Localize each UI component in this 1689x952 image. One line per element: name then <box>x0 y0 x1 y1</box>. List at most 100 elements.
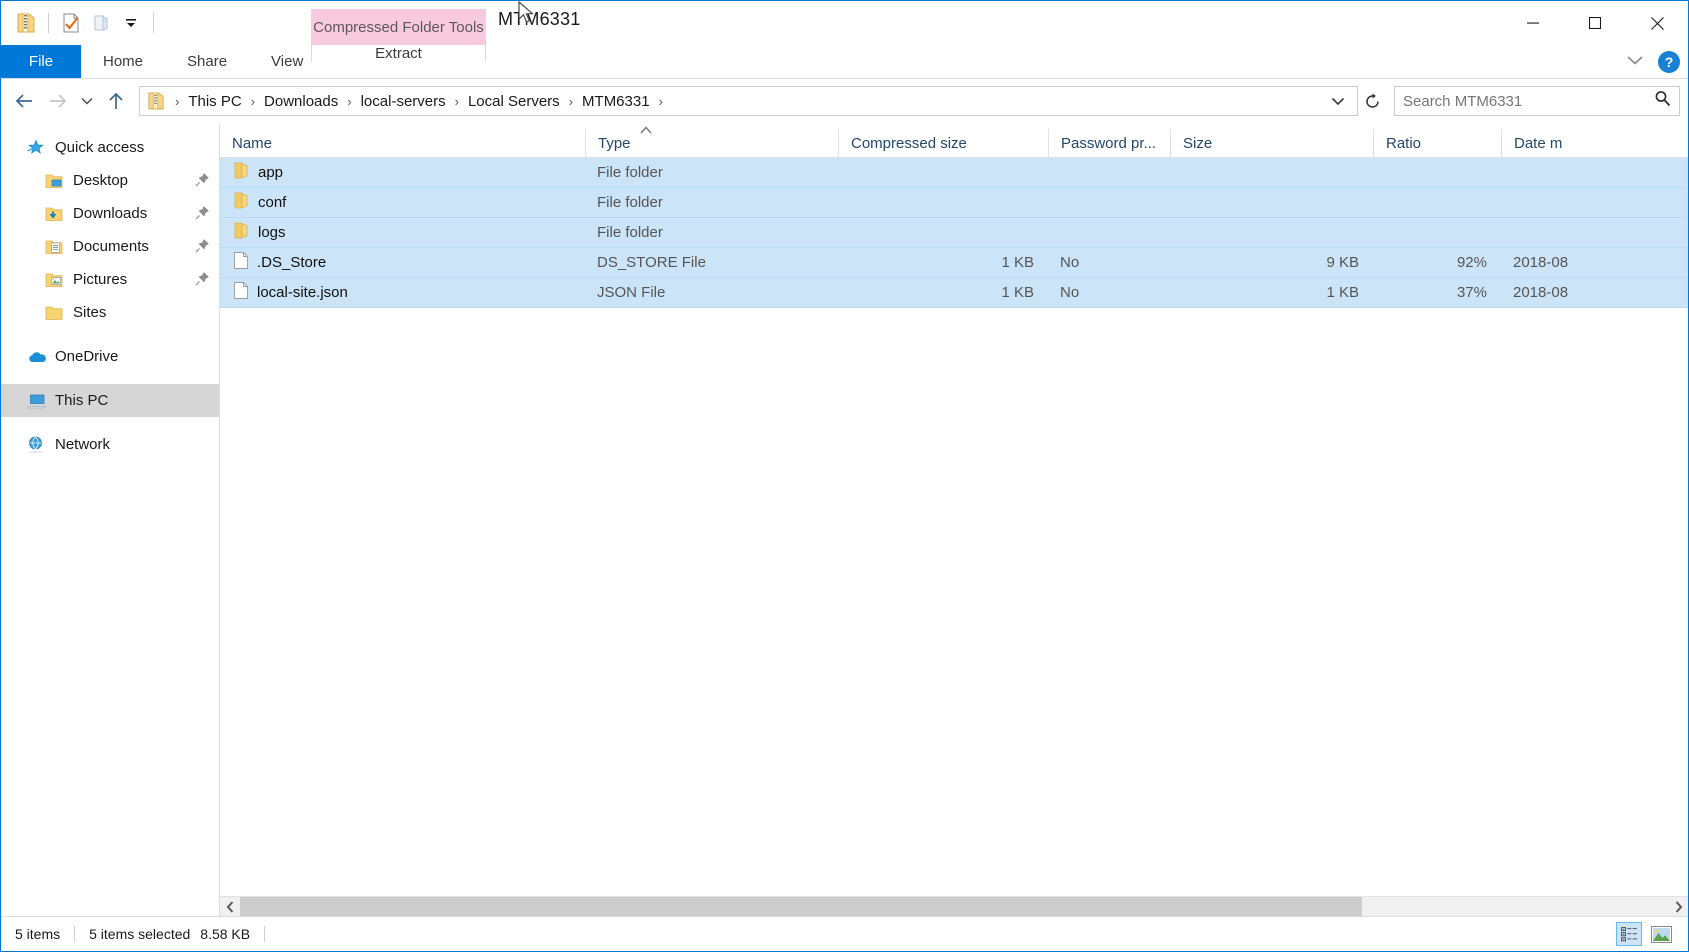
breadcrumb-item-this-pc[interactable]: This PC <box>184 91 245 112</box>
column-header-size[interactable]: Size <box>1170 129 1373 157</box>
tab-extract[interactable]: Extract <box>311 45 486 62</box>
breadcrumb-separator[interactable]: › <box>450 94 464 109</box>
sidebar-item-label: Downloads <box>73 205 148 222</box>
window-controls <box>1502 1 1688 45</box>
quick-access-toolbar <box>1 1 161 45</box>
file-name-cell[interactable]: .DS_Store <box>220 252 585 273</box>
qat-separator-1 <box>48 13 49 33</box>
sidebar-item-label: Documents <box>73 238 149 255</box>
refresh-icon[interactable] <box>1358 86 1386 116</box>
large-icons-view-button[interactable] <box>1648 922 1674 946</box>
search-box[interactable]: Search MTM6331 <box>1394 86 1680 116</box>
file-compressed-size-cell: 1 KB <box>1001 254 1034 271</box>
tab-share[interactable]: Share <box>165 45 249 78</box>
breadcrumb-dropdown-icon[interactable] <box>1323 94 1353 109</box>
breadcrumb-separator[interactable]: › <box>246 94 260 109</box>
breadcrumb-item-downloads[interactable]: Downloads <box>260 91 342 112</box>
selection-count-label: 5 items selected <box>89 926 191 942</box>
file-name-cell[interactable]: app <box>220 162 585 183</box>
breadcrumb-item-local-servers[interactable]: Local Servers <box>464 91 564 112</box>
folder-documents-icon <box>45 239 67 255</box>
file-type-cell: DS_STORE File <box>597 254 706 271</box>
table-row[interactable]: app File folder <box>220 158 1688 188</box>
file-name-cell[interactable]: local-site.json <box>220 282 585 303</box>
sidebar-item-label: Network <box>55 436 111 453</box>
properties-icon[interactable] <box>56 8 86 38</box>
chevron-down-icon[interactable] <box>1626 53 1644 71</box>
contextual-tab-group-label: Compressed Folder Tools <box>311 9 486 45</box>
file-rows: app File folder conf File folder logs Fi… <box>220 158 1688 896</box>
file-type-cell: JSON File <box>597 284 666 301</box>
column-header-date-modified[interactable]: Date m <box>1501 129 1651 157</box>
customize-dropdown-icon[interactable] <box>116 8 146 38</box>
pin-icon[interactable] <box>195 173 209 191</box>
breadcrumb-separator[interactable]: › <box>564 94 578 109</box>
horizontal-scrollbar[interactable] <box>220 896 1688 916</box>
column-header-password-protected[interactable]: Password pr... <box>1048 129 1170 157</box>
file-list-pane: Name Type Compressed size Password pr...… <box>220 123 1688 916</box>
sidebar-item-label: Desktop <box>73 172 129 189</box>
details-view-button[interactable] <box>1616 922 1642 946</box>
folder-icon <box>234 162 249 183</box>
table-row[interactable]: logs File folder <box>220 218 1688 248</box>
scrollbar-track[interactable] <box>240 897 1668 916</box>
recent-locations-button[interactable] <box>75 84 99 118</box>
view-mode-buttons <box>1616 922 1688 946</box>
sidebar-item-this-pc[interactable]: This PC <box>1 384 219 417</box>
pin-icon[interactable] <box>195 272 209 290</box>
folder-icon <box>45 305 67 321</box>
close-button[interactable] <box>1626 1 1688 45</box>
up-button[interactable] <box>99 84 133 118</box>
scroll-right-button[interactable] <box>1668 897 1688 916</box>
sidebar-item-documents[interactable]: Documents <box>1 230 219 263</box>
search-input[interactable]: Search MTM6331 <box>1403 93 1654 110</box>
breadcrumb-separator[interactable]: › <box>342 94 356 109</box>
table-row[interactable]: local-site.json JSON File 1 KB No 1 KB 3… <box>220 278 1688 308</box>
pin-icon[interactable] <box>195 239 209 257</box>
breadcrumb-item-mtm6331[interactable]: MTM6331 <box>578 91 654 112</box>
column-header-compressed-size[interactable]: Compressed size <box>838 129 1048 157</box>
computer-icon <box>27 393 49 409</box>
back-button[interactable] <box>7 84 41 118</box>
forward-button[interactable] <box>41 84 75 118</box>
status-separator <box>74 926 76 942</box>
file-date-cell: 2018-08 <box>1513 284 1569 301</box>
sidebar-item-downloads[interactable]: Downloads <box>1 197 219 230</box>
sidebar-item-desktop[interactable]: Desktop <box>1 164 219 197</box>
sidebar-item-label: Quick access <box>55 139 145 156</box>
minimize-button[interactable] <box>1502 1 1564 45</box>
sidebar-item-onedrive[interactable]: OneDrive <box>1 340 219 373</box>
help-icon[interactable]: ? <box>1658 51 1680 73</box>
table-row[interactable]: .DS_Store DS_STORE File 1 KB No 9 KB 92%… <box>220 248 1688 278</box>
file-name-cell[interactable]: conf <box>220 192 585 213</box>
zipped-folder-icon[interactable] <box>11 8 41 38</box>
file-name-cell[interactable]: logs <box>220 222 585 243</box>
sidebar-item-sites[interactable]: Sites <box>1 296 219 329</box>
file-type-cell: File folder <box>597 224 663 241</box>
tab-home[interactable]: Home <box>81 45 165 78</box>
sidebar-item-quick-access[interactable]: Quick access <box>1 131 219 164</box>
breadcrumb-separator[interactable]: › <box>170 94 184 109</box>
column-header-type[interactable]: Type <box>585 129 838 157</box>
scrollbar-thumb[interactable] <box>240 897 1362 916</box>
breadcrumb-bar[interactable]: › This PC › Downloads › local-servers › … <box>139 86 1358 116</box>
status-separator <box>264 926 266 942</box>
explorer-window: Compressed Folder Tools MTM6331 File Hom… <box>0 0 1689 952</box>
breadcrumb-separator[interactable]: › <box>654 94 668 109</box>
table-row[interactable]: conf File folder <box>220 188 1688 218</box>
scroll-left-button[interactable] <box>220 897 240 916</box>
maximize-button[interactable] <box>1564 1 1626 45</box>
pin-icon[interactable] <box>195 206 209 224</box>
new-folder-icon[interactable] <box>86 8 116 38</box>
sidebar-item-network[interactable]: Network <box>1 428 219 461</box>
column-header-name[interactable]: Name <box>220 129 585 157</box>
search-icon[interactable] <box>1654 90 1671 112</box>
sidebar-item-pictures[interactable]: Pictures <box>1 263 219 296</box>
tab-file[interactable]: File <box>1 45 81 78</box>
address-bar: › This PC › Downloads › local-servers › … <box>1 79 1688 123</box>
breadcrumb-item-local-servers-folder[interactable]: local-servers <box>357 91 450 112</box>
qat-separator-2 <box>153 13 154 33</box>
column-header-ratio[interactable]: Ratio <box>1373 129 1501 157</box>
